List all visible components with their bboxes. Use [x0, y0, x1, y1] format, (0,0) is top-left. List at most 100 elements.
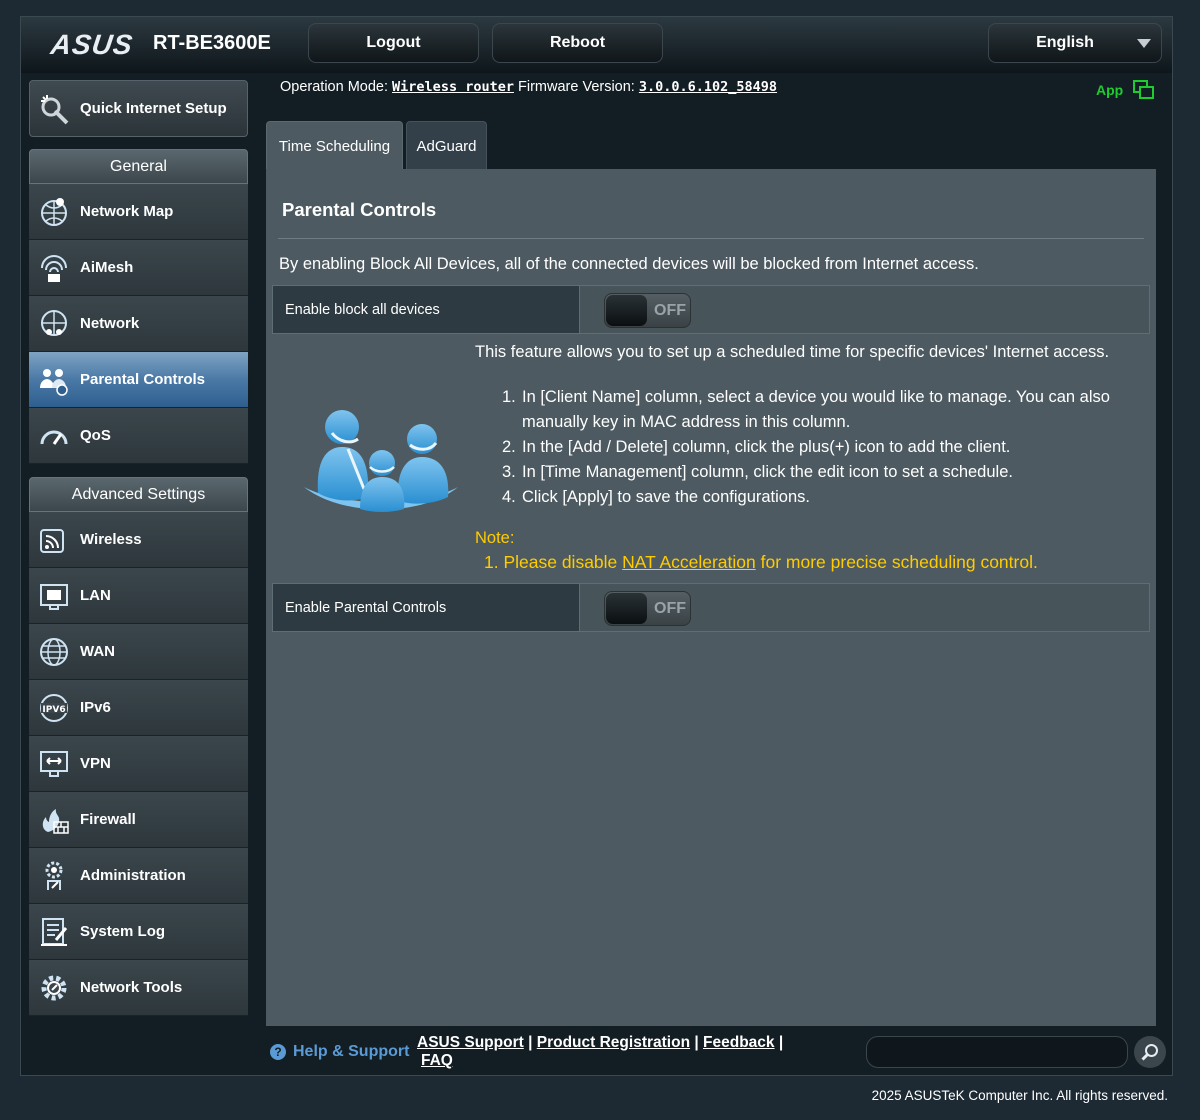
block-all-devices-value: OFF: [580, 286, 1149, 333]
sidebar-item-vpn[interactable]: VPN: [29, 736, 248, 792]
quick-internet-setup-button[interactable]: Quick Internet Setup: [29, 80, 248, 137]
administration-icon: [37, 859, 71, 893]
link-separator: |: [778, 1034, 784, 1051]
sidebar-item-label: VPN: [80, 755, 111, 772]
toggle-state: OFF: [654, 302, 686, 319]
toggle-knob: [606, 593, 647, 624]
block-all-devices-toggle[interactable]: OFF: [604, 293, 691, 328]
step-number: 3.: [502, 463, 516, 481]
sidebar-item-label: WAN: [80, 643, 115, 660]
step-text: Click [Apply] to save the configurations…: [522, 488, 810, 506]
sidebar-item-parental-controls[interactable]: Parental Controls: [29, 352, 248, 408]
feedback-link[interactable]: Feedback: [703, 1034, 775, 1051]
language-select[interactable]: English: [988, 23, 1162, 63]
quick-setup-label: Quick Internet Setup: [80, 100, 227, 117]
enable-parental-controls-value: OFF: [580, 584, 1149, 631]
reboot-button[interactable]: Reboot: [492, 23, 663, 63]
status-line: Operation Mode: Wireless router Firmware…: [280, 79, 777, 95]
link-separator: |: [694, 1034, 699, 1051]
network-map-icon: [37, 195, 71, 229]
wan-icon: [37, 635, 71, 669]
asus-support-link[interactable]: ASUS Support: [417, 1034, 524, 1051]
advanced-menu: Wireless LAN WAN IPV6 IPv6 VPN Firewall …: [29, 512, 248, 1016]
wireless-icon: [37, 523, 71, 557]
enable-parental-controls-row: Enable Parental Controls OFF: [272, 583, 1150, 632]
list-item: 2. In the [Add / Delete] column, click t…: [502, 435, 1122, 460]
sidebar-item-label: Administration: [80, 867, 186, 884]
list-item: 3. In [Time Management] column, click th…: [502, 460, 1122, 485]
sidebar-item-system-log[interactable]: System Log: [29, 904, 248, 960]
list-item: 1. In [Client Name] column, select a dev…: [502, 385, 1122, 435]
network-icon: [37, 307, 71, 341]
general-section-header: General: [29, 149, 248, 184]
tab-time-scheduling[interactable]: Time Scheduling: [266, 121, 403, 170]
sidebar-item-network-map[interactable]: Network Map: [29, 184, 248, 240]
svg-text:IPV6: IPV6: [42, 705, 65, 715]
parental-controls-icon: [37, 363, 71, 397]
sidebar-item-administration[interactable]: Administration: [29, 848, 248, 904]
lan-icon: [37, 579, 71, 613]
sidebar-item-lan[interactable]: LAN: [29, 568, 248, 624]
step-number: 4.: [502, 488, 516, 506]
logout-button[interactable]: Logout: [308, 23, 479, 63]
sidebar-item-wireless[interactable]: Wireless: [29, 512, 248, 568]
vpn-icon: [37, 747, 71, 781]
search-input[interactable]: [866, 1036, 1128, 1068]
language-value: English: [1036, 34, 1094, 51]
sidebar-item-label: LAN: [80, 587, 111, 604]
firmware-version-link[interactable]: 3.0.0.6.102_58498: [639, 79, 777, 95]
top-header: ASUS RT-BE3600E Logout Reboot English: [21, 17, 1172, 73]
step-number: 1.: [502, 388, 516, 406]
asus-logo: ASUS: [48, 29, 136, 60]
content-panel: Parental Controls By enabling Block All …: [266, 169, 1156, 1026]
sidebar-item-label: Wireless: [80, 531, 142, 548]
toggle-state: OFF: [654, 600, 686, 617]
block-all-description: By enabling Block All Devices, all of th…: [279, 255, 979, 273]
app-devices-icon: [1133, 80, 1155, 100]
copyright-text: 2025 ASUSTeK Computer Inc. All rights re…: [871, 1088, 1168, 1103]
toggle-knob: [606, 295, 647, 326]
operation-mode-label: Operation Mode:: [280, 79, 389, 95]
sidebar-item-label: IPv6: [80, 699, 111, 716]
sidebar-item-label: Network Map: [80, 203, 174, 220]
instruction-list: 1. In [Client Name] column, select a dev…: [502, 385, 1122, 510]
operation-mode-link[interactable]: Wireless router: [392, 79, 514, 95]
step-number: 2.: [502, 438, 516, 456]
sidebar-item-wan[interactable]: WAN: [29, 624, 248, 680]
sidebar-item-network-tools[interactable]: Network Tools: [29, 960, 248, 1016]
system-log-icon: [37, 915, 71, 949]
product-registration-link[interactable]: Product Registration: [537, 1034, 690, 1051]
model-name: RT-BE3600E: [153, 32, 271, 54]
sidebar-item-ipv6[interactable]: IPV6 IPv6: [29, 680, 248, 736]
faq-link[interactable]: FAQ: [421, 1052, 453, 1069]
note-title: Note:: [475, 529, 515, 547]
app-link[interactable]: App: [1096, 80, 1155, 100]
network-tools-icon: [37, 971, 71, 1005]
sidebar-item-aimesh[interactable]: AiMesh: [29, 240, 248, 296]
router-window: ASUS RT-BE3600E Logout Reboot English Qu…: [20, 16, 1173, 1076]
enable-parental-controls-label: Enable Parental Controls: [273, 584, 580, 631]
feature-description: This feature allows you to set up a sche…: [475, 343, 1110, 361]
ipv6-icon: IPV6: [37, 691, 71, 725]
sidebar-item-label: Parental Controls: [80, 371, 206, 388]
help-support: ? Help & Support: [270, 1043, 409, 1061]
sidebar-item-label: QoS: [80, 427, 111, 444]
list-item: 4. Click [Apply] to save the configurati…: [502, 485, 1122, 510]
tab-adguard[interactable]: AdGuard: [406, 121, 487, 170]
search-button[interactable]: [1134, 1036, 1166, 1068]
sidebar-item-qos[interactable]: QoS: [29, 408, 248, 464]
block-all-devices-label: Enable block all devices: [273, 286, 580, 333]
step-text: In [Time Management] column, click the e…: [522, 463, 1013, 481]
note-item: 1. Please disable NAT Acceleration for m…: [484, 552, 1038, 573]
enable-parental-controls-toggle[interactable]: OFF: [604, 591, 691, 626]
sidebar-item-label: System Log: [80, 923, 166, 940]
search-icon: [1141, 1043, 1159, 1061]
footer-links: ASUS Support | Product Registration | Fe…: [417, 1034, 797, 1070]
sidebar-item-firewall[interactable]: Firewall: [29, 792, 248, 848]
family-illustration-icon: [302, 405, 462, 515]
note-suffix: for more precise scheduling control.: [755, 552, 1038, 572]
sidebar-item-network[interactable]: Network: [29, 296, 248, 352]
step-text: In the [Add / Delete] column, click the …: [522, 438, 1011, 456]
aimesh-icon: [37, 251, 71, 285]
nat-acceleration-link[interactable]: NAT Acceleration: [622, 552, 756, 572]
